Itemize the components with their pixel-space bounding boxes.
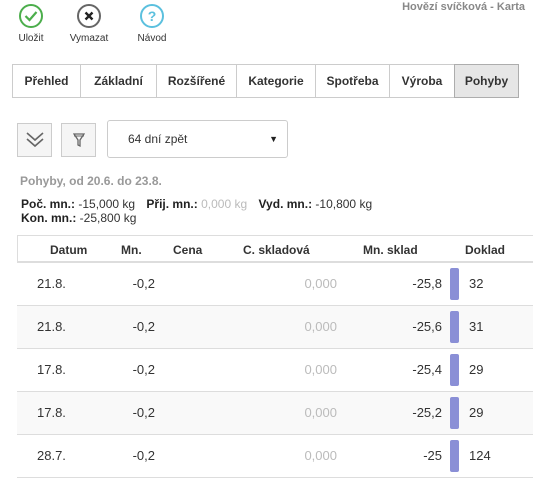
table-row[interactable]: 21.8. -0,2 0,000 -25,8 32 xyxy=(17,263,533,306)
close-icon xyxy=(77,4,101,28)
doc-type-marker xyxy=(450,397,459,429)
help-label: Návod xyxy=(137,33,167,44)
cell-c-skladova: 0,000 xyxy=(304,362,337,377)
vyd-value: -10,800 kg xyxy=(315,197,373,211)
collapse-button[interactable] xyxy=(17,123,52,157)
poc-value: -15,000 kg xyxy=(78,197,136,211)
col-c-skladova[interactable]: C. skladová xyxy=(243,236,310,264)
cell-mn-sklad: -25,2 xyxy=(412,405,442,420)
tab-rozsirene[interactable]: Rozšířené xyxy=(156,64,237,98)
col-doklad[interactable]: Doklad xyxy=(465,236,505,264)
table-row[interactable]: 28.7. -0,2 0,000 -25 124 xyxy=(17,435,533,478)
doc-type-marker xyxy=(450,354,459,386)
tab-vyroba[interactable]: Výroba xyxy=(389,64,455,98)
col-mn[interactable]: Mn. xyxy=(121,236,142,264)
cell-doklad[interactable]: 29 xyxy=(469,349,483,391)
movements-table: Datum Mn. Cena C. skladová Mn. sklad Dok… xyxy=(17,235,533,478)
doc-type-marker xyxy=(450,311,459,343)
cell-doklad[interactable]: 29 xyxy=(469,392,483,434)
table-row[interactable]: 17.8. -0,2 0,000 -25,4 29 xyxy=(17,349,533,392)
cell-mn: -0,2 xyxy=(132,276,155,291)
cell-mn-sklad: -25,6 xyxy=(412,319,442,334)
cell-doklad[interactable]: 124 xyxy=(469,435,491,477)
cell-doklad[interactable]: 32 xyxy=(469,263,483,305)
cell-mn: -0,2 xyxy=(132,448,155,463)
cell-c-skladova: 0,000 xyxy=(304,319,337,334)
table-row[interactable]: 21.8. -0,2 0,000 -25,6 31 xyxy=(17,306,533,349)
table-header: Datum Mn. Cena C. skladová Mn. sklad Dok… xyxy=(17,235,533,263)
delete-button[interactable]: Vymazat xyxy=(61,4,117,44)
vyd-label: Vyd. mn.: xyxy=(258,197,313,211)
doc-type-marker xyxy=(450,440,459,472)
tab-bar: Přehled Základní Rozšířené Kategorie Spo… xyxy=(12,64,519,98)
save-label: Uložit xyxy=(18,33,44,44)
cell-datum: 17.8. xyxy=(37,362,66,377)
cell-mn-sklad: -25,4 xyxy=(412,362,442,377)
poc-label: Poč. mn.: xyxy=(21,197,76,211)
cell-datum: 21.8. xyxy=(37,276,66,291)
cell-c-skladova: 0,000 xyxy=(304,405,337,420)
filter-icon xyxy=(72,133,85,148)
tab-kategorie[interactable]: Kategorie xyxy=(236,64,316,98)
kon-label: Kon. mn.: xyxy=(21,211,77,225)
kon-value: -25,800 kg xyxy=(79,211,137,225)
cell-c-skladova: 0,000 xyxy=(304,448,337,463)
delete-label: Vymazat xyxy=(69,33,109,44)
period-heading: Pohyby, od 20.6. do 23.8. xyxy=(20,174,162,188)
summary: Poč. mn.: -15,000 kg Přij. mn.: 0,000 kg… xyxy=(21,197,372,225)
tab-prehled[interactable]: Přehled xyxy=(12,64,81,98)
tab-spotreba[interactable]: Spotřeba xyxy=(315,64,390,98)
col-datum[interactable]: Datum xyxy=(50,236,87,264)
table-row[interactable]: 17.8. -0,2 0,000 -25,2 29 xyxy=(17,392,533,435)
cell-mn: -0,2 xyxy=(132,405,155,420)
tab-zakladni[interactable]: Základní xyxy=(80,64,157,98)
cell-c-skladova: 0,000 xyxy=(304,276,337,291)
tab-pohyby[interactable]: Pohyby xyxy=(454,64,519,98)
col-cena[interactable]: Cena xyxy=(173,236,202,264)
save-button[interactable]: Uložit xyxy=(3,4,59,44)
prij-value: 0,000 kg xyxy=(201,197,248,211)
period-select[interactable]: 64 dní zpět ▼ xyxy=(107,120,288,158)
prij-label: Přij. mn.: xyxy=(146,197,198,211)
window-title: Hovězí svíčková - Karta xyxy=(402,1,525,13)
toolbar: Uložit Vymazat ? Návod Hovězí svíčková -… xyxy=(0,0,533,56)
help-icon: ? xyxy=(140,4,164,28)
cell-mn-sklad: -25 xyxy=(423,448,442,463)
cell-mn-sklad: -25,8 xyxy=(412,276,442,291)
period-select-value: 64 dní zpět xyxy=(128,132,188,146)
cell-datum: 17.8. xyxy=(37,405,66,420)
filter-button[interactable] xyxy=(61,123,96,157)
cell-mn: -0,2 xyxy=(132,362,155,377)
double-chevron-down-icon xyxy=(25,132,44,148)
check-icon xyxy=(19,4,43,28)
cell-datum: 28.7. xyxy=(37,448,66,463)
caret-down-icon: ▼ xyxy=(269,134,278,144)
cell-datum: 21.8. xyxy=(37,319,66,334)
cell-doklad[interactable]: 31 xyxy=(469,306,483,348)
col-mn-sklad[interactable]: Mn. sklad xyxy=(363,236,418,264)
help-button[interactable]: ? Návod xyxy=(124,4,180,44)
doc-type-marker xyxy=(450,268,459,300)
cell-mn: -0,2 xyxy=(132,319,155,334)
